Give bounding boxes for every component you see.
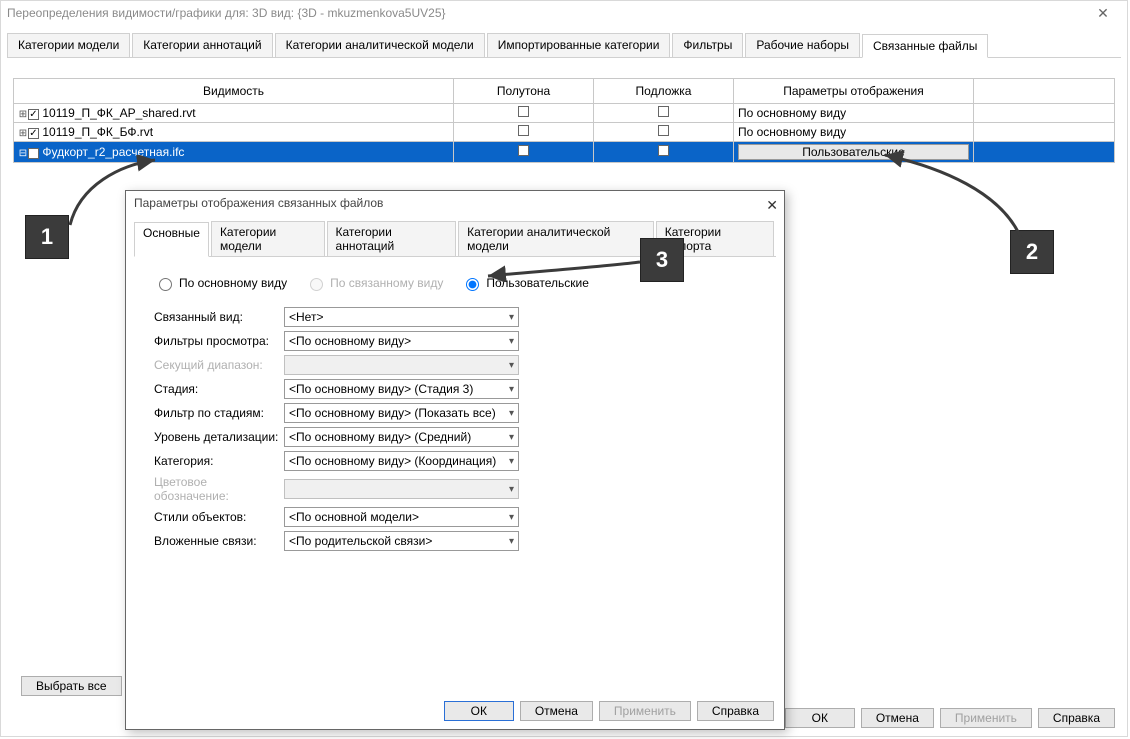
apply-button[interactable]: Применить [940, 708, 1032, 728]
radio-custom[interactable]: Пользовательские [461, 275, 589, 291]
label-color-fill: Цветовое обозначение: [154, 475, 284, 503]
label-discipline: Категория: [154, 454, 284, 468]
annotation-3: 3 [640, 238, 684, 282]
radio-row: По основному виду По связанному виду Пол… [126, 257, 784, 299]
row-name: 10119_П_ФК_АР_shared.rvt [42, 106, 195, 120]
underlay-checkbox [658, 125, 669, 136]
col-visibility[interactable]: Видимость [14, 79, 454, 104]
label-phase: Стадия: [154, 382, 284, 396]
row-display[interactable]: По основному виду [734, 104, 974, 123]
select-phase[interactable]: <По основному виду> (Стадия 3) [284, 379, 519, 399]
tab-model-cat[interactable]: Категории модели [7, 33, 130, 57]
tab-analytical[interactable]: Категории аналитической модели [275, 33, 485, 57]
display-settings-dialog: Параметры отображения связанных файлов ✕… [125, 190, 785, 730]
dialog-footer: ОК Отмена Применить Справка [444, 701, 774, 721]
select-detail[interactable]: <По основному виду> (Средний) [284, 427, 519, 447]
underlay-checkbox [658, 106, 669, 117]
label-view-range: Секущий диапазон: [154, 358, 284, 372]
radio-by-host[interactable]: По основному виду [154, 275, 287, 291]
col-display[interactable]: Параметры отображения [734, 79, 974, 104]
tab-worksets[interactable]: Рабочие наборы [745, 33, 860, 57]
window-title: Переопределения видимости/графики для: 3… [7, 6, 446, 20]
underlay-checkbox [658, 145, 669, 156]
tab-linked-files[interactable]: Связанные файлы [862, 34, 988, 58]
annotation-2: 2 [1010, 230, 1054, 274]
label-phase-filter: Фильтр по стадиям: [154, 406, 284, 420]
close-icon[interactable]: ✕ [1083, 1, 1123, 25]
dlg-apply-button[interactable]: Применить [599, 701, 691, 721]
table-row: ⊞ 10119_П_ФК_АР_shared.rvt По основному … [14, 104, 1115, 123]
label-nested: Вложенные связи: [154, 534, 284, 548]
dialog-title-bar: Параметры отображения связанных файлов ✕ [126, 191, 784, 215]
form-rows: Связанный вид:<Нет> Фильтры просмотра:<П… [126, 299, 784, 559]
row-display[interactable]: По основному виду [734, 123, 974, 142]
help-button[interactable]: Справка [1038, 708, 1115, 728]
linked-files-grid: Видимость Полутона Подложка Параметры от… [13, 78, 1115, 163]
select-nested[interactable]: <По родительской связи> [284, 531, 519, 551]
outer-footer: ОК Отмена Применить Справка [785, 708, 1115, 728]
halftone-checkbox [518, 145, 529, 156]
expand-icon: ⊞ [18, 109, 28, 120]
row-name: 10119_П_ФК_БФ.rvt [42, 125, 153, 139]
expand-icon: ⊟ [18, 148, 28, 159]
halftone-checkbox [518, 106, 529, 117]
cancel-button[interactable]: Отмена [861, 708, 934, 728]
table-row: ⊞ 10119_П_ФК_БФ.rvt По основному виду [14, 123, 1115, 142]
tab-imported[interactable]: Импортированные категории [487, 33, 671, 57]
select-phase-filter[interactable]: <По основному виду> (Показать все) [284, 403, 519, 423]
dialog-close-icon[interactable]: ✕ [766, 193, 778, 217]
select-discipline[interactable]: <По основному виду> (Координация) [284, 451, 519, 471]
col-underlay[interactable]: Подложка [594, 79, 734, 104]
title-bar: Переопределения видимости/графики для: 3… [1, 1, 1127, 25]
dlg-cancel-button[interactable]: Отмена [520, 701, 593, 721]
dlg-tab-analytical[interactable]: Категории аналитической модели [458, 221, 654, 256]
annotation-1: 1 [25, 215, 69, 259]
row-checkbox[interactable] [28, 109, 39, 120]
label-view-filters: Фильтры просмотра: [154, 334, 284, 348]
dlg-tab-model[interactable]: Категории модели [211, 221, 325, 256]
select-all-button[interactable]: Выбрать все [21, 676, 122, 696]
col-spacer [974, 79, 1115, 104]
grid-wrap: Видимость Полутона Подложка Параметры от… [13, 78, 1115, 163]
display-params-button[interactable]: Пользовательские [738, 144, 969, 160]
expand-icon: ⊞ [18, 128, 28, 139]
row-name: Фудкорт_r2_расчетная.ifc [42, 145, 184, 159]
dlg-help-button[interactable]: Справка [697, 701, 774, 721]
label-detail: Уровень детализации: [154, 430, 284, 444]
label-linked-view: Связанный вид: [154, 310, 284, 324]
tab-filters[interactable]: Фильтры [672, 33, 743, 57]
dlg-ok-button[interactable]: ОК [444, 701, 514, 721]
dialog-title: Параметры отображения связанных файлов [134, 196, 383, 210]
outer-tabs: Категории модели Категории аннотаций Кат… [7, 33, 1121, 58]
select-linked-view[interactable]: <Нет> [284, 307, 519, 327]
radio-by-linked: По связанному виду [305, 275, 443, 291]
tab-anno-cat[interactable]: Категории аннотаций [132, 33, 272, 57]
dlg-tab-basics[interactable]: Основные [134, 222, 209, 257]
select-view-range [284, 355, 519, 375]
ok-button[interactable]: ОК [785, 708, 855, 728]
table-row-selected: ⊟ Фудкорт_r2_расчетная.ifc Пользовательс… [14, 142, 1115, 163]
row-checkbox[interactable] [28, 128, 39, 139]
label-obj-styles: Стили объектов: [154, 510, 284, 524]
select-view-filters[interactable]: <По основному виду> [284, 331, 519, 351]
halftone-checkbox [518, 125, 529, 136]
dlg-tab-anno[interactable]: Категории аннотаций [327, 221, 457, 256]
select-color-fill [284, 479, 519, 499]
row-checkbox[interactable] [28, 148, 39, 159]
select-obj-styles[interactable]: <По основной модели> [284, 507, 519, 527]
col-halftone[interactable]: Полутона [454, 79, 594, 104]
